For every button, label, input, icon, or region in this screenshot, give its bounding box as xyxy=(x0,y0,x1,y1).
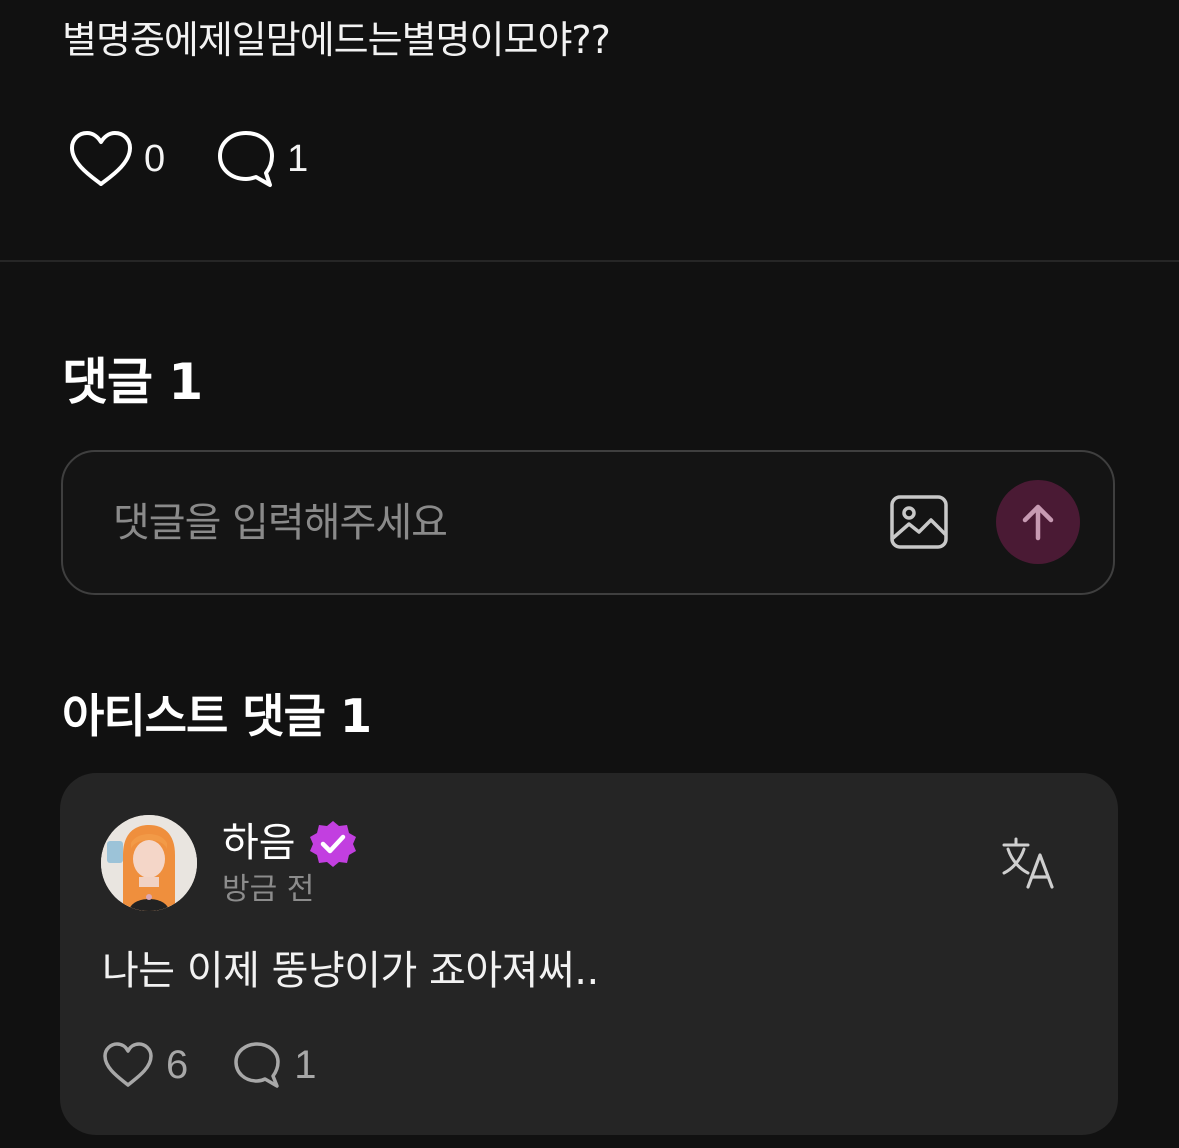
avatar-image xyxy=(101,815,197,911)
translate-button[interactable] xyxy=(1002,837,1058,889)
post-comment-button[interactable]: 1 xyxy=(215,128,308,190)
section-divider xyxy=(0,260,1179,262)
avatar[interactable] xyxy=(101,815,197,911)
post-comment-count: 1 xyxy=(287,137,309,180)
send-comment-button[interactable] xyxy=(996,480,1080,564)
artist-comments-title: 아티스트 댓글 1 xyxy=(62,689,372,743)
artist-comment-text: 나는 이제 뚱냥이가 죠아져써.. xyxy=(102,948,599,994)
speech-bubble-icon xyxy=(218,131,275,187)
comment-input[interactable] xyxy=(111,492,815,554)
attach-image-button[interactable] xyxy=(889,494,949,550)
heart-icon xyxy=(103,1042,153,1087)
heart-icon xyxy=(70,131,132,186)
image-icon xyxy=(890,495,948,549)
arrow-up-icon xyxy=(1022,504,1054,541)
post-text: 별명중에제일맘에드는별명이모야?? xyxy=(62,18,611,62)
artist-comment-reply-count: 1 xyxy=(294,1042,317,1087)
artist-comment-actions: 6 1 xyxy=(102,1039,317,1091)
speech-bubble-icon xyxy=(234,1042,280,1088)
comment-timestamp: 방금 전 xyxy=(222,872,315,907)
post-like-count: 0 xyxy=(144,137,166,180)
artist-comment-reply-button[interactable]: 1 xyxy=(232,1040,317,1090)
comments-title: 댓글 1 xyxy=(62,353,203,411)
artist-comment-card: 하음 방금 전 나는 이제 뚱냥이가 죠아져써.. 6 1 xyxy=(60,773,1118,1135)
comment-composer xyxy=(61,450,1115,595)
author-name: 하음 xyxy=(222,820,296,866)
artist-comment-like-count: 6 xyxy=(166,1042,189,1087)
post-like-button[interactable]: 0 xyxy=(68,129,165,189)
translate-icon xyxy=(1002,837,1054,889)
post-actions: 0 1 xyxy=(68,128,308,190)
verified-badge-icon xyxy=(308,819,358,869)
artist-comment-like-button[interactable]: 6 xyxy=(102,1041,188,1089)
